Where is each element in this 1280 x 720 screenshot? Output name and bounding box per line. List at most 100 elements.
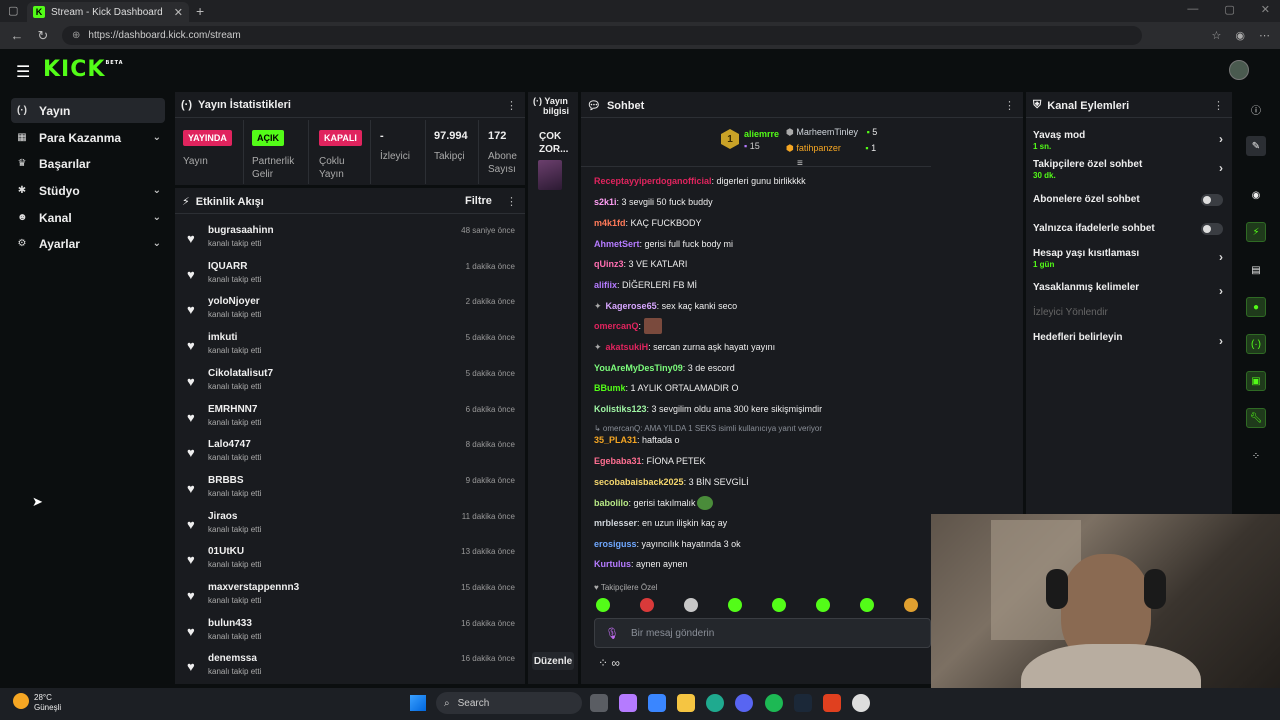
more-tools-icon[interactable]: ⁘ — [1246, 446, 1266, 466]
chat-username[interactable]: m4k1fd — [594, 218, 626, 228]
edit-stream-button[interactable]: Düzenle — [532, 652, 574, 670]
activity-menu-icon[interactable]: ⋮ — [506, 195, 517, 208]
chat-message[interactable]: erosiguss: yayıncılık hayatında 3 ok — [594, 539, 741, 549]
chat-username[interactable]: babolilo — [594, 498, 629, 508]
collapse-pinned-icon[interactable]: ≡ — [797, 158, 803, 169]
emote-4[interactable] — [728, 598, 742, 612]
followers-only-chat-item[interactable]: Takipçilere özel sohbet 30 dk. › — [1033, 159, 1223, 180]
maximize-icon[interactable]: ▢ — [1224, 3, 1234, 16]
file-explorer-icon[interactable] — [677, 694, 695, 712]
chat-message[interactable]: m4k1fd: KAÇ FUCKBODY — [594, 218, 702, 228]
chat-message[interactable]: secobabaisback2025: 3 BİN SEVGİLİ — [594, 477, 749, 487]
kick-logo[interactable]: KICKBETA — [43, 57, 124, 82]
chat-username[interactable]: AhmetSert — [594, 239, 640, 249]
chat-message[interactable]: Egebaba31: FİONA PETEK — [594, 456, 706, 466]
site-info-icon[interactable]: ⊕ — [72, 30, 80, 41]
copilot-icon[interactable] — [619, 694, 637, 712]
emote-7[interactable] — [860, 598, 874, 612]
activity-item[interactable]: ♥ yoloNjoyer kanalı takip etti 2 dakika önc… — [183, 294, 523, 330]
chat-message[interactable]: ✦ Kagerose65: sex kaç kanki seco — [594, 301, 737, 312]
chat-username[interactable]: erosiguss — [594, 539, 637, 549]
profile-icon[interactable]: ◉ — [1235, 29, 1245, 42]
edit-pencil-icon[interactable]: ✎ — [1246, 136, 1266, 156]
sidebar-item-ayarlar[interactable]: ⚙ Ayarlar ⌄ — [11, 231, 165, 256]
emote-3[interactable] — [684, 598, 698, 612]
channel-actions-menu-icon[interactable]: ⋮ — [1213, 99, 1224, 112]
chat-message[interactable]: Kurtulus: aynen aynen — [594, 559, 688, 569]
emote-5[interactable] — [772, 598, 786, 612]
chat-username[interactable]: alifiix — [594, 280, 617, 290]
infinity-icon[interactable]: ∞ — [611, 656, 620, 670]
close-window-icon[interactable]: ✕ — [1261, 3, 1270, 16]
chat-message[interactable]: ✦ akatsukiH: sercan zurna aşk hayatı yayı… — [594, 342, 775, 353]
wrench-icon[interactable]: 🔧︎ — [1246, 408, 1266, 428]
emote-2[interactable] — [640, 598, 654, 612]
store-icon[interactable] — [648, 694, 666, 712]
chat-message[interactable]: s2k1i: 3 sevgili 50 fuck buddy — [594, 197, 713, 207]
emote-picker-icon[interactable]: ⁘ — [598, 656, 608, 670]
more-menu-icon[interactable]: ⋯ — [1259, 29, 1270, 42]
url-field[interactable]: ⊕ https://dashboard.kick.com/stream — [62, 26, 1142, 45]
obs-icon[interactable] — [852, 694, 870, 712]
chat-message[interactable]: Receptayyiperdoganofficial: digerleri gu… — [594, 176, 806, 186]
activity-item[interactable]: ♥ denemssa kanalı takip etti 16 dakika önce — [183, 651, 523, 687]
activity-item[interactable]: ♥ BRBBS kanalı takip etti 9 dakika önce — [183, 473, 523, 509]
chat-input[interactable]: 🎙︎ Bir mesaj gönderin — [594, 618, 931, 648]
activity-item[interactable]: ♥ EMRHNN7 kanalı takip etti 6 dakika önce — [183, 402, 523, 438]
bolt-icon[interactable]: ⚡ — [1246, 222, 1266, 242]
subscribers-only-toggle[interactable] — [1201, 194, 1223, 206]
broadcast-icon[interactable]: (·) — [1246, 334, 1266, 354]
edge-icon[interactable] — [706, 694, 724, 712]
activity-item[interactable]: ♥ Cikolatalisut7 kanalı takip etti 5 dakika… — [183, 366, 523, 402]
close-tab-icon[interactable]: ✕ — [174, 6, 183, 19]
chat-message[interactable]: BBumk: 1 AYLIK ORTALAMADIR O — [594, 383, 739, 393]
minimize-icon[interactable]: — — [1187, 3, 1198, 16]
sidebar-item-kanal[interactable]: ☻ Kanal ⌄ — [11, 205, 165, 230]
account-age-item[interactable]: Hesap yaşı kısıtlaması 1 gün › — [1033, 248, 1223, 269]
chat-message[interactable]: qUinz3: 3 VE KATLARI — [594, 259, 687, 269]
emote-1[interactable] — [596, 598, 610, 612]
activity-item[interactable]: ♥ imkuti kanalı takip etti 5 dakika önce — [183, 330, 523, 366]
hamburger-menu-icon[interactable]: ☰ — [16, 62, 30, 82]
document-icon[interactable]: ▤ — [1246, 260, 1266, 280]
taskbar-search[interactable]: ⌕ Search — [436, 692, 582, 714]
weather-widget[interactable]: 28°C Güneşli — [34, 693, 61, 713]
emote-6[interactable] — [816, 598, 830, 612]
chat-username[interactable]: Kagerose65 — [606, 301, 657, 311]
sidebar-item-yayin[interactable]: (·) Yayın — [11, 98, 165, 123]
activity-item[interactable]: ♥ 01UtKU kanalı takip etti 13 dakika önce — [183, 544, 523, 580]
leader-1[interactable]: aliemrre ▪ 15 — [744, 129, 779, 151]
tab-actions-icon[interactable]: ▢ — [8, 4, 18, 17]
activity-item[interactable]: ♥ Lalo4747 kanalı takip etti 8 dakika önce — [183, 437, 523, 473]
stat-partner[interactable]: AÇIK Partnerlik Gelir — [252, 130, 294, 181]
chat-username[interactable]: 35_PLA31 — [594, 435, 637, 445]
chat-message[interactable]: YouAreMyDesTiny09: 3 de escord — [594, 363, 735, 373]
new-tab-icon[interactable]: + — [196, 3, 204, 19]
chat-username[interactable]: Receptayyiperdoganofficial — [594, 176, 712, 186]
reload-icon[interactable]: ↻ — [34, 28, 52, 44]
chat-username[interactable]: Egebaba31 — [594, 456, 642, 466]
chat-username[interactable]: qUinz3 — [594, 259, 624, 269]
windows-start-icon[interactable] — [410, 695, 426, 711]
activity-item[interactable]: ♥ IQUARR kanalı takip etti 1 dakika önce — [183, 259, 523, 295]
slow-mode-item[interactable]: Yavaş mod 1 sn. › — [1033, 130, 1223, 151]
chat-icon[interactable]: ● — [1246, 297, 1266, 317]
leader-2[interactable]: ⬢ MarheemTinley ▪ 5 — [786, 127, 877, 138]
task-view-icon[interactable] — [590, 694, 608, 712]
set-goals-item[interactable]: Hedefleri belirleyin › — [1033, 332, 1223, 348]
chat-message[interactable]: alifiix: DİĞERLERİ FB Mİ — [594, 280, 697, 290]
spotify-icon[interactable] — [765, 694, 783, 712]
activity-item[interactable]: ♥ Jiraos kanalı takip etti 11 dakika önce — [183, 509, 523, 545]
chat-message[interactable]: 35_PLA31: haftada o — [594, 435, 680, 445]
back-icon[interactable]: ← — [8, 28, 26, 43]
stat-multistream[interactable]: KAPALI Çoklu Yayın — [319, 130, 362, 181]
chat-username[interactable]: s2k1i — [594, 197, 617, 207]
chat-username[interactable]: Kolistiks123 — [594, 404, 647, 414]
sidebar-item-studyo[interactable]: ✱ Stüdyo ⌄ — [11, 178, 165, 203]
chat-message[interactable]: babolilo: gerisi takılmalık — [594, 498, 696, 508]
favorite-star-icon[interactable]: ☆ — [1212, 29, 1222, 42]
chat-message[interactable]: AhmetSert: gerisi full fuck body mi — [594, 239, 733, 249]
sidebar-item-basarilar[interactable]: ♛ Başarılar — [11, 151, 165, 176]
activity-item[interactable]: ♥ bulun433 kanalı takip etti 16 dakika önce — [183, 616, 523, 652]
chat-message[interactable]: omercanQ: — [594, 321, 641, 331]
